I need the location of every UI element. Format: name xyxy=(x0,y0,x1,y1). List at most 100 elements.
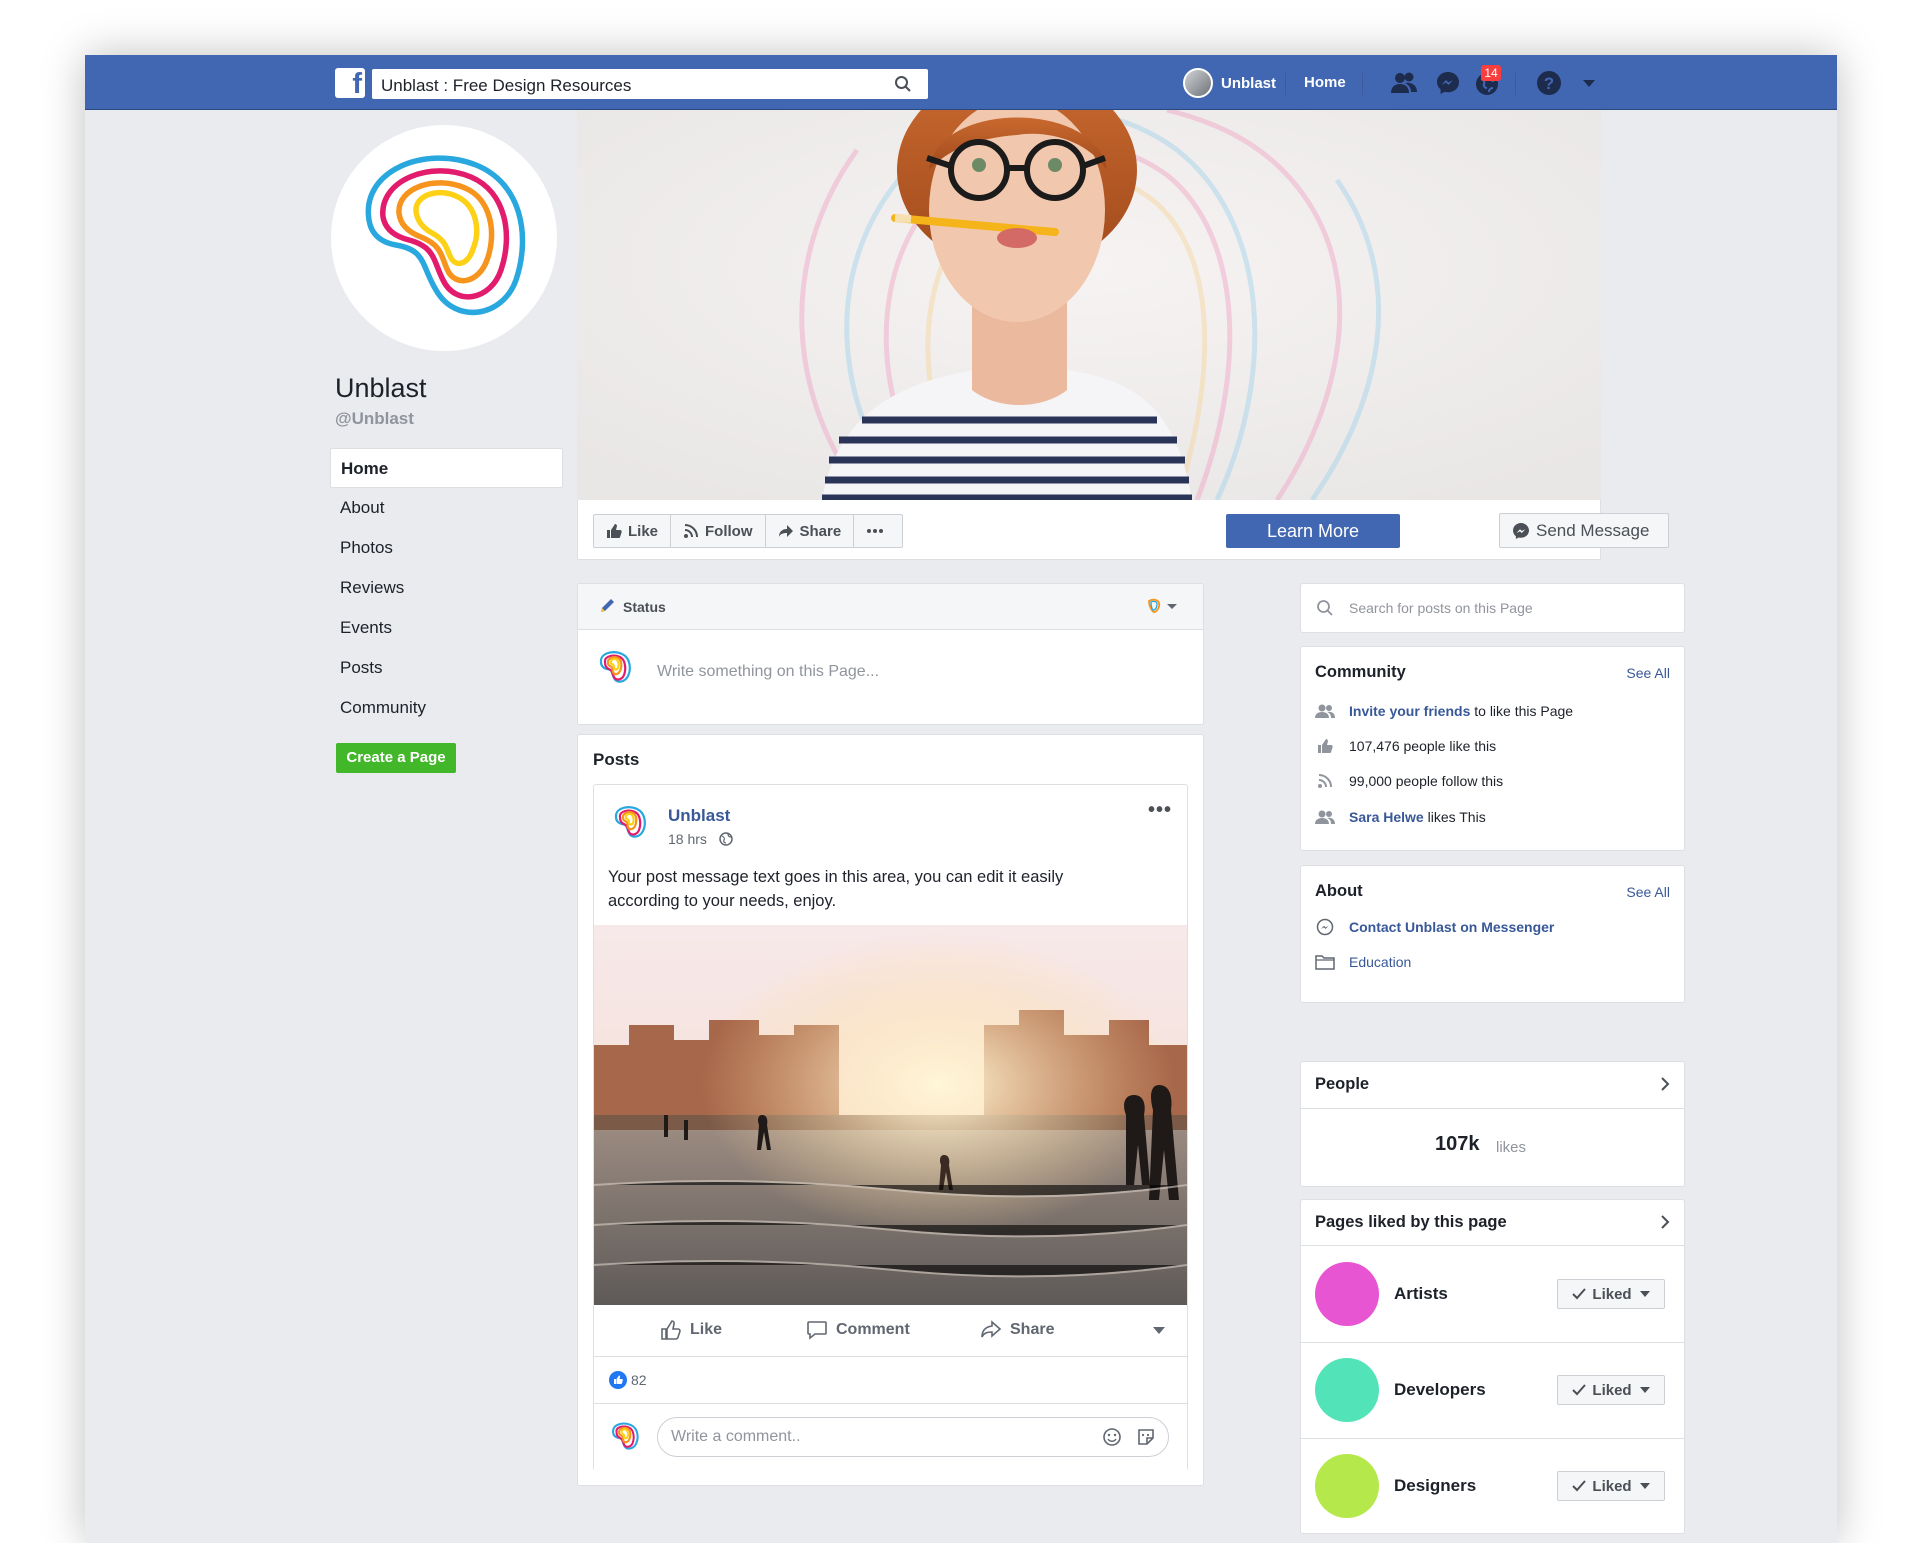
post-like-button[interactable]: Like xyxy=(660,1319,722,1341)
search-icon xyxy=(1317,600,1333,616)
comment-input[interactable]: Write a comment.. xyxy=(657,1417,1169,1457)
like-reaction-icon xyxy=(609,1371,627,1389)
like-page-button[interactable]: Like xyxy=(594,515,672,547)
nav-item-events[interactable]: Events xyxy=(330,608,563,648)
post-timestamp[interactable]: 18 hrs xyxy=(668,831,733,847)
emoji-icon[interactable] xyxy=(1102,1427,1122,1447)
community-card: Community See All Invite your friends to… xyxy=(1300,646,1685,851)
post-comment-button[interactable]: Comment xyxy=(806,1319,910,1341)
page-profile-picture[interactable] xyxy=(331,125,557,351)
about-see-all-link[interactable]: See All xyxy=(1626,884,1670,900)
chevron-down-icon[interactable] xyxy=(1575,69,1603,97)
liked-toggle-button[interactable]: Liked xyxy=(1557,1471,1665,1501)
post-author-avatar[interactable] xyxy=(610,803,650,843)
community-see-all-link[interactable]: See All xyxy=(1626,665,1670,681)
divider xyxy=(1285,73,1286,95)
search-query-text: Unblast : Free Design Resources xyxy=(381,76,632,95)
friend-name-link[interactable]: Sara Helwe xyxy=(1349,809,1424,825)
more-dots-icon xyxy=(867,529,884,533)
messenger-icon[interactable] xyxy=(1434,69,1462,97)
thumbs-up-outline-icon xyxy=(661,1320,681,1340)
post-options-icon[interactable]: ••• xyxy=(1148,799,1172,822)
send-message-label: Send Message xyxy=(1536,520,1650,540)
post-photo[interactable] xyxy=(594,925,1187,1305)
globe-icon xyxy=(719,832,733,846)
friends-icon xyxy=(1315,810,1335,824)
page-selector-icon[interactable] xyxy=(1145,598,1179,614)
thumbs-up-icon xyxy=(1318,739,1333,753)
composer-input[interactable]: Write something on this Page... xyxy=(657,663,879,681)
liked-page-avatar[interactable] xyxy=(1315,1358,1379,1422)
unblast-logo-icon xyxy=(599,651,631,683)
more-options-button[interactable] xyxy=(854,515,902,547)
liked-toggle-button[interactable]: Liked xyxy=(1557,1375,1665,1405)
share-page-button[interactable]: Share xyxy=(766,515,855,547)
composer-body[interactable]: Write something on this Page... xyxy=(578,630,1203,724)
follows-row: 99,000 people follow this xyxy=(1315,773,1503,789)
sticker-icon[interactable] xyxy=(1136,1427,1156,1447)
page-post-search[interactable]: Search for posts on this Page xyxy=(1300,583,1685,633)
nav-item-photos[interactable]: Photos xyxy=(330,528,563,568)
liked-page-avatar[interactable] xyxy=(1315,1454,1379,1518)
search-posts-input[interactable]: Search for posts on this Page xyxy=(1349,600,1533,616)
posts-section: Posts Unblast 18 hrs ••• Your post messa… xyxy=(577,734,1204,1486)
liked-page-avatar[interactable] xyxy=(1315,1262,1379,1326)
share-outline-icon xyxy=(981,1320,1002,1338)
post-like-label: Like xyxy=(690,1321,723,1338)
rss-follow-icon xyxy=(684,524,699,538)
friend-likes-row: Sara Helwe likes This xyxy=(1315,809,1486,825)
liked-label: Liked xyxy=(1592,1477,1632,1495)
nav-item-home[interactable]: Home xyxy=(330,448,563,488)
follow-page-button[interactable]: Follow xyxy=(671,515,766,547)
comment-placeholder: Write a comment.. xyxy=(671,1428,801,1445)
profile-link[interactable]: Unblast xyxy=(1183,68,1276,98)
education-row: Education xyxy=(1315,954,1411,970)
invite-friends-link[interactable]: Invite your friends xyxy=(1349,703,1470,719)
home-link[interactable]: Home xyxy=(1304,74,1346,91)
nav-item-about[interactable]: About xyxy=(330,488,563,528)
pages-liked-card: Pages liked by this page Artists Liked D… xyxy=(1300,1199,1685,1534)
comment-icon xyxy=(807,1321,827,1340)
liked-toggle-button[interactable]: Liked xyxy=(1557,1279,1665,1309)
friend-requests-icon[interactable] xyxy=(1390,69,1418,97)
education-link[interactable]: Education xyxy=(1349,954,1411,970)
liked-page-name[interactable]: Artists xyxy=(1394,1284,1448,1304)
learn-more-button[interactable]: Learn More xyxy=(1226,514,1400,548)
nav-item-posts[interactable]: Posts xyxy=(330,648,563,688)
likes-count-text: 107,476 people like this xyxy=(1349,738,1497,754)
chevron-down-icon[interactable] xyxy=(1153,1327,1165,1335)
reaction-summary[interactable]: 82 xyxy=(609,1371,647,1389)
divider xyxy=(1362,73,1363,95)
likes-row: 107,476 people like this xyxy=(1315,738,1496,754)
about-title: About xyxy=(1315,882,1363,900)
search-icon[interactable] xyxy=(894,75,912,93)
people-title[interactable]: People xyxy=(1315,1075,1369,1094)
divider xyxy=(1301,1108,1684,1109)
facebook-logo-icon[interactable]: f xyxy=(335,68,365,100)
post-author-name[interactable]: Unblast xyxy=(668,806,730,826)
invite-friends-row: Invite your friends to like this Page xyxy=(1315,703,1573,719)
liked-page-name[interactable]: Developers xyxy=(1394,1380,1486,1400)
user-name: Unblast xyxy=(1221,74,1277,92)
nav-item-community[interactable]: Community xyxy=(330,688,563,728)
send-message-button[interactable]: Send Message xyxy=(1499,513,1669,548)
create-page-button[interactable]: Create a Page xyxy=(336,743,456,773)
help-icon[interactable]: ? xyxy=(1535,69,1563,97)
page-action-bar: Like Follow Share Learn More Send Messag… xyxy=(577,500,1669,560)
status-tab[interactable]: Status xyxy=(623,599,666,615)
liked-page-name[interactable]: Designers xyxy=(1394,1476,1476,1496)
checkmark-icon xyxy=(1572,1480,1587,1492)
page-action-buttons: Like Follow Share xyxy=(593,514,904,548)
contact-messenger-link[interactable]: Contact Unblast on Messenger xyxy=(1349,919,1554,935)
page-handle[interactable]: @Unblast xyxy=(335,409,414,429)
cover-photo[interactable] xyxy=(577,110,1601,500)
svg-text:?: ? xyxy=(1544,74,1554,93)
post-share-button[interactable]: Share xyxy=(980,1319,1054,1341)
pages-liked-title[interactable]: Pages liked by this page xyxy=(1315,1213,1507,1232)
nav-item-reviews[interactable]: Reviews xyxy=(330,568,563,608)
messenger-icon xyxy=(1316,918,1334,936)
post-action-bar: Like Comment Share xyxy=(594,1305,1187,1357)
chevron-right-icon[interactable] xyxy=(1660,1076,1670,1092)
chevron-right-icon[interactable] xyxy=(1660,1214,1670,1230)
global-search-input[interactable]: Unblast : Free Design Resources xyxy=(372,69,928,99)
